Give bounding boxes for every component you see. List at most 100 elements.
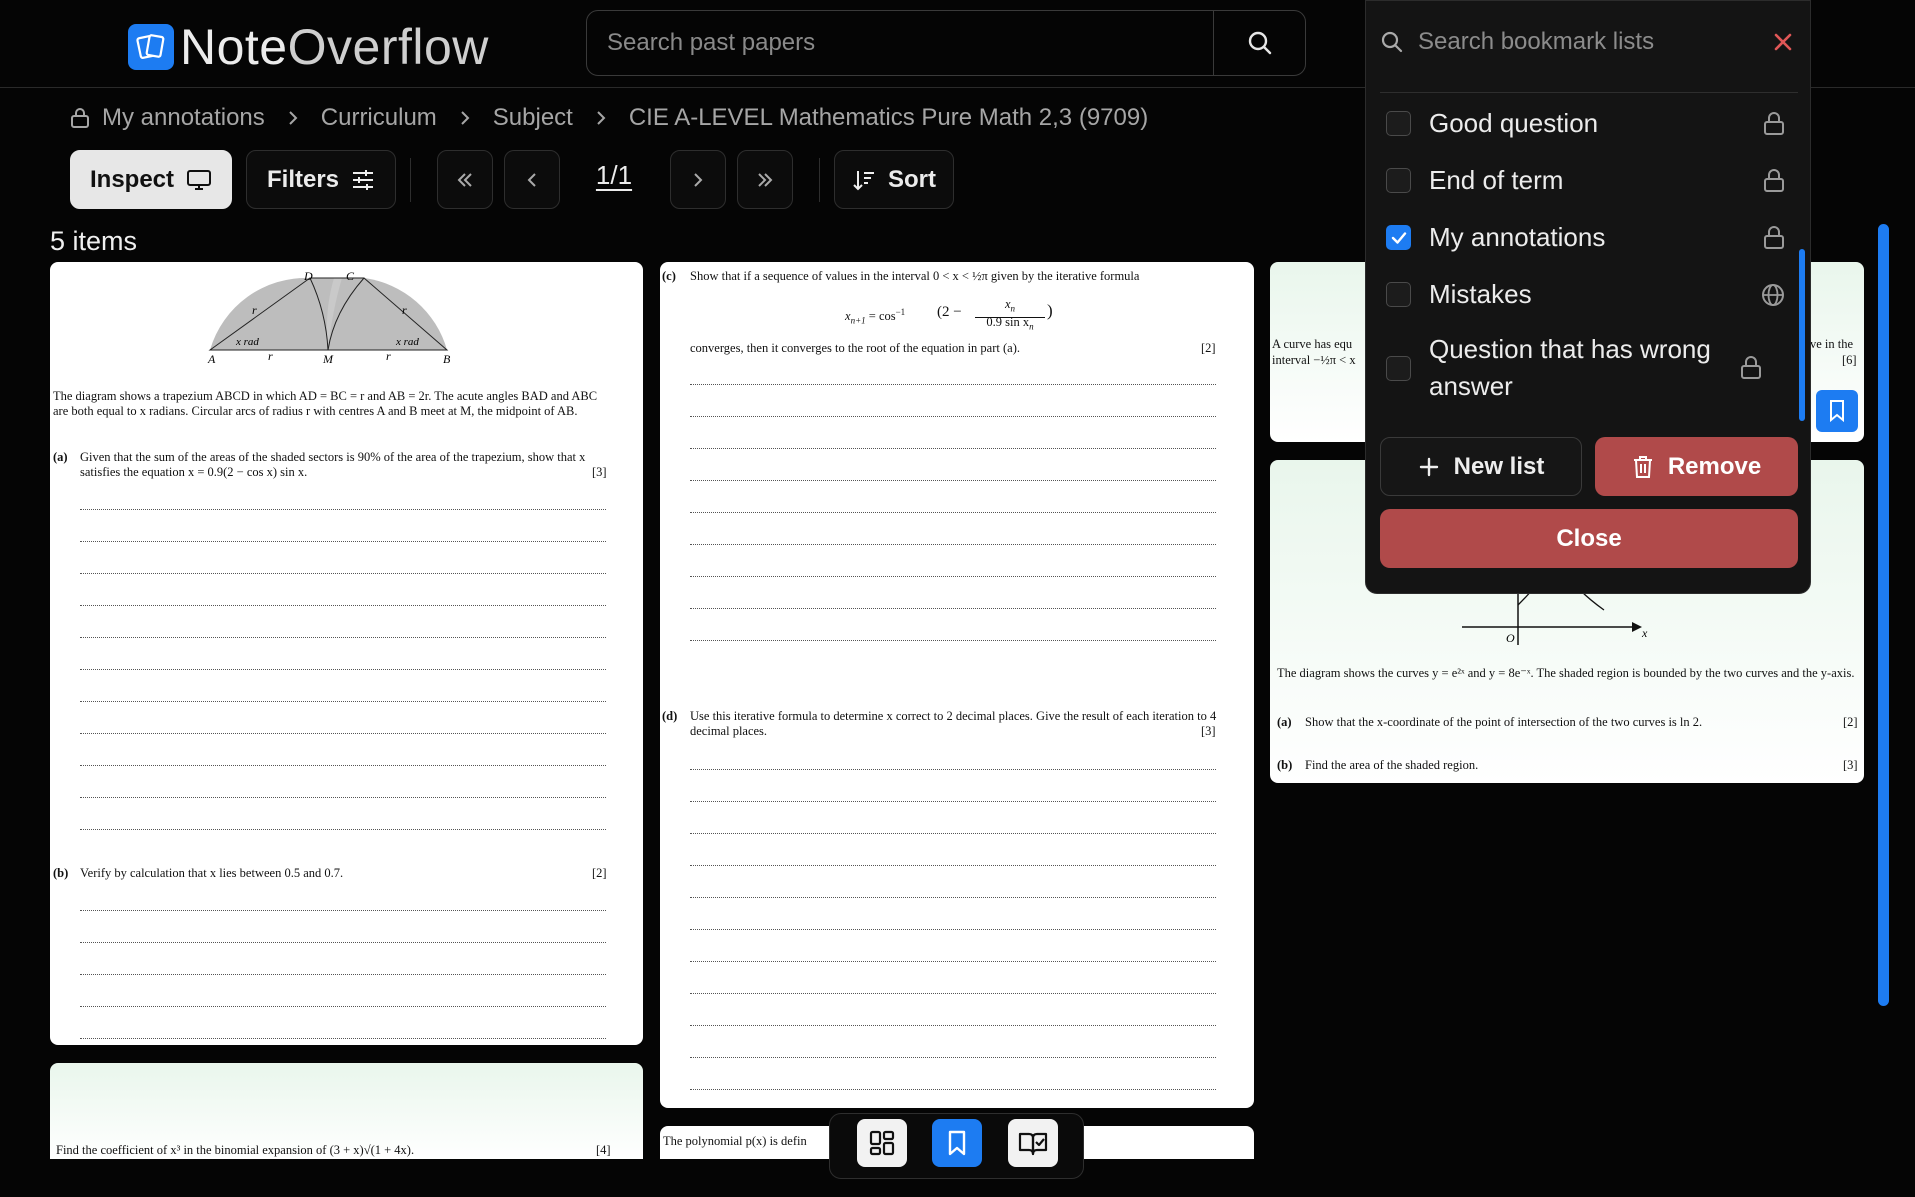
mark-allocation: [6]: [1842, 353, 1857, 367]
app-logo[interactable]: NoteOverflow: [128, 18, 489, 76]
answer-line: [690, 897, 1216, 898]
bookmark-list-search: [1380, 15, 1798, 69]
trash-icon: [1633, 455, 1652, 478]
question-card[interactable]: Find the coefficient of x³ in the binomi…: [50, 1063, 643, 1159]
page-indicator[interactable]: 1/1: [586, 160, 642, 191]
toolbar-divider: [410, 158, 411, 202]
answer-line: [690, 544, 1216, 545]
chevron-right-icon: [459, 109, 471, 127]
search-button[interactable]: [1213, 11, 1305, 75]
part-label: (c): [662, 269, 676, 283]
answer-line: [80, 605, 606, 606]
part-label: (b): [53, 866, 69, 880]
bookmark-list-my-annotations[interactable]: My annotations: [1386, 219, 1786, 256]
label-angle-a: x rad: [235, 336, 259, 348]
results-scrollbar[interactable]: [1878, 224, 1889, 1006]
checkbox[interactable]: [1386, 355, 1411, 381]
bookmark-list-mistakes[interactable]: Mistakes: [1386, 276, 1786, 313]
question-card[interactable]: (c) Show that if a sequence of values in…: [660, 262, 1254, 1108]
clear-search-button[interactable]: [1768, 27, 1798, 57]
checkbox[interactable]: [1386, 282, 1411, 307]
answer-line: [690, 608, 1216, 609]
chevrons-left-icon: [457, 172, 472, 187]
answer-line: [80, 942, 606, 943]
question-intro: The diagram shows the curves y = e²ˣ and…: [1277, 666, 1855, 680]
bookmark-list-wrong-answer[interactable]: Question that has wrong answer: [1386, 331, 1786, 405]
question-card[interactable]: D C A M B r r r r x rad x rad The diagra…: [50, 262, 643, 1045]
bookmark-icon: [1830, 400, 1844, 423]
answer-line: [690, 384, 1216, 385]
breadcrumb-my-annotations[interactable]: My annotations: [70, 104, 265, 132]
answer-line: [80, 1038, 606, 1039]
grid-view-button[interactable]: [857, 1119, 907, 1167]
answer-line: [80, 733, 606, 734]
part-label: (b): [1277, 758, 1293, 772]
sliders-icon: [353, 169, 374, 190]
breadcrumb-subject[interactable]: Subject: [493, 104, 573, 132]
part-label: (a): [1277, 715, 1292, 729]
breadcrumb-curriculum[interactable]: Curriculum: [321, 104, 437, 132]
inspect-button[interactable]: Inspect: [70, 150, 232, 209]
first-page-button[interactable]: [437, 150, 493, 209]
sort-descending-icon: [853, 170, 874, 190]
answer-line: [690, 416, 1216, 417]
remove-button[interactable]: Remove: [1595, 437, 1798, 496]
last-page-button[interactable]: [737, 150, 793, 209]
lock-icon: [1764, 168, 1784, 192]
bookmark-search-input[interactable]: [1418, 28, 1738, 56]
answer-line: [690, 993, 1216, 994]
bookmark-button[interactable]: [1816, 390, 1858, 432]
lock-icon: [71, 108, 89, 128]
search-icon: [1381, 31, 1403, 53]
plus-icon: [1419, 457, 1438, 476]
new-list-button[interactable]: New list: [1380, 437, 1582, 496]
answer-line: [80, 829, 606, 830]
answer-line: [690, 929, 1216, 930]
checkbox[interactable]: [1386, 168, 1411, 193]
checkbox-checked[interactable]: [1386, 225, 1411, 250]
bookmark-list-end-of-term[interactable]: End of term: [1386, 162, 1786, 199]
label-c: C: [346, 269, 355, 283]
book-check-icon: [1018, 1132, 1048, 1156]
answer-line: [690, 961, 1216, 962]
mark-allocation: [4]: [596, 1143, 611, 1157]
answer-line: [690, 480, 1216, 481]
search-input[interactable]: [587, 11, 1213, 75]
question-text: A curve has equ: [1272, 337, 1353, 351]
part-label: (d): [662, 709, 678, 723]
reading-view-button[interactable]: [1008, 1119, 1058, 1167]
app-name: NoteOverflow: [180, 19, 489, 75]
breadcrumb-current-paper[interactable]: CIE A-LEVEL Mathematics Pure Math 2,3 (9…: [629, 104, 1148, 132]
past-paper-search: [586, 10, 1306, 76]
globe-icon: [1762, 283, 1784, 306]
bookmarks-view-button[interactable]: [932, 1119, 982, 1167]
check-icon: [1391, 231, 1406, 244]
previous-page-button[interactable]: [504, 150, 560, 209]
answer-line: [690, 801, 1216, 802]
checkbox[interactable]: [1386, 111, 1411, 136]
layout-grid-icon: [869, 1130, 895, 1156]
answer-line: [80, 573, 606, 574]
question-text: ve in the: [1810, 337, 1854, 351]
answer-line: [690, 833, 1216, 834]
answer-line: [80, 797, 606, 798]
answer-line: [80, 637, 606, 638]
question-text: Find the coefficient of x³ in the binomi…: [56, 1143, 415, 1157]
bookmark-list-scrollbar[interactable]: [1799, 249, 1805, 421]
answer-line: [690, 1025, 1216, 1026]
bookmark-list-good-question[interactable]: Good question: [1386, 105, 1786, 142]
axis-label-x: x: [1641, 626, 1648, 640]
sort-button[interactable]: Sort: [834, 150, 954, 209]
mark-allocation: [3]: [1843, 758, 1858, 772]
label-a: A: [207, 352, 216, 366]
filters-button[interactable]: Filters: [246, 150, 396, 209]
chevrons-right-icon: [758, 172, 773, 187]
breadcrumb: My annotations Curriculum Subject CIE A-…: [70, 104, 1148, 132]
part-a-text: Show that the x-coordinate of the point …: [1305, 715, 1703, 729]
next-page-button[interactable]: [670, 150, 726, 209]
answer-line: [690, 1057, 1216, 1058]
mark-allocation: [3]: [592, 465, 607, 479]
chevron-right-icon: [595, 109, 607, 127]
close-button[interactable]: Close: [1380, 509, 1798, 568]
bottom-dock: [829, 1113, 1084, 1179]
